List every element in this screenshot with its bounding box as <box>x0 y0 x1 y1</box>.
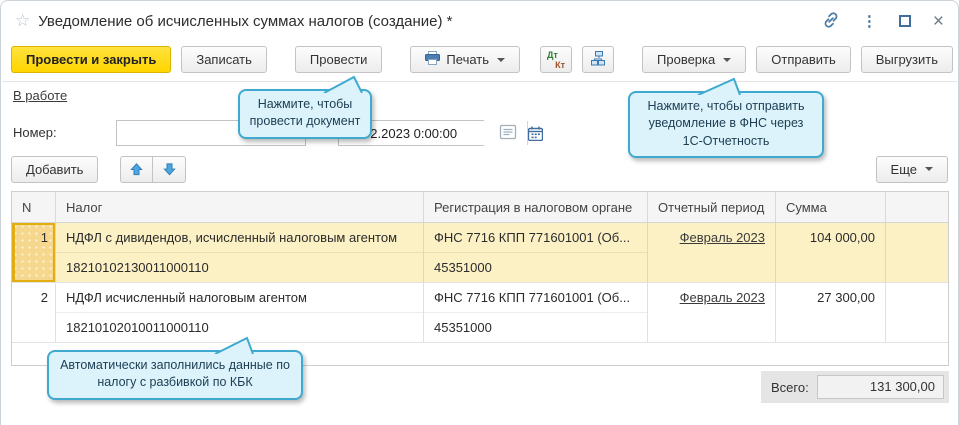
col-header-registration[interactable]: Регистрация в налоговом органе <box>424 192 648 222</box>
send-button[interactable]: Отправить <box>756 46 850 73</box>
col-header-amount[interactable]: Сумма <box>776 192 886 222</box>
print-button[interactable]: Печать <box>410 46 520 73</box>
arrow-down-icon <box>162 162 177 177</box>
oktmo-code: 45351000 <box>424 313 647 342</box>
table-more-label: Еще <box>891 162 917 177</box>
titlebar: ☆ Уведомление об исчисленных суммах нало… <box>1 1 958 41</box>
dt-kt-icon: Дт Кт <box>547 50 565 70</box>
row-number-cell[interactable]: 2 <box>12 283 56 342</box>
calendar-icon[interactable] <box>527 121 543 145</box>
table-row[interactable]: 2 НДФЛ исчисленный налоговым агентом 182… <box>12 283 948 343</box>
tax-table: N Налог Регистрация в налоговом органе О… <box>11 191 949 366</box>
printer-icon <box>425 51 440 68</box>
total-label: Всего: <box>771 380 809 395</box>
post-and-close-button[interactable]: Провести и закрыть <box>11 46 171 73</box>
table-more-button[interactable]: Еще <box>876 156 948 183</box>
close-icon[interactable]: × <box>933 12 944 31</box>
link-icon[interactable] <box>822 11 840 32</box>
total-value: 131 300,00 <box>817 375 944 399</box>
arrow-up-icon <box>129 162 144 177</box>
chevron-down-icon <box>723 58 731 62</box>
tooltip-autofill-kbk: Автоматически заполнились данные по нало… <box>47 350 303 400</box>
tooltip-tail <box>696 77 744 95</box>
post-button[interactable]: Провести <box>295 46 383 73</box>
amount-value: 104 000,00 <box>776 223 885 253</box>
table-command-bar: Добавить Еще <box>11 155 948 183</box>
maximize-icon[interactable] <box>899 15 911 27</box>
save-button[interactable]: Записать <box>181 46 267 73</box>
tax-cell[interactable]: НДФЛ исчисленный налоговым агентом 18210… <box>56 283 424 342</box>
tooltip-tail <box>213 336 257 354</box>
table-row[interactable]: 1 НДФЛ с дивидендов, исчисленный налогов… <box>12 223 948 283</box>
oktmo-code: 45351000 <box>424 253 647 282</box>
period-link[interactable]: Февраль 2023 <box>680 230 765 245</box>
tax-name: НДФЛ с дивидендов, исчисленный налоговым… <box>56 223 423 253</box>
window-controls: ⋮ × <box>822 11 944 32</box>
dt-kt-button[interactable]: Дт Кт <box>540 46 572 73</box>
registration-cell[interactable]: ФНС 7716 КПП 771601001 (Об... 45351000 <box>424 283 648 342</box>
col-header-period[interactable]: Отчетный период <box>648 192 776 222</box>
period-link[interactable]: Февраль 2023 <box>680 290 765 305</box>
favorite-star-icon[interactable]: ☆ <box>15 11 30 31</box>
empty-cell <box>886 283 948 342</box>
total-panel: Всего: 131 300,00 <box>761 371 949 403</box>
document-structure-button[interactable] <box>582 46 614 73</box>
chevron-down-icon <box>497 58 505 62</box>
main-toolbar: Провести и закрыть Записать Провести Печ… <box>11 45 948 74</box>
col-header-n[interactable]: N <box>12 192 56 222</box>
registration-name: ФНС 7716 КПП 771601001 (Об... <box>424 283 647 313</box>
amount-cell[interactable]: 104 000,00 <box>776 223 886 282</box>
amount-value: 27 300,00 <box>776 283 885 313</box>
tooltip-post-document: Нажмите, чтобы провести документ <box>238 89 372 139</box>
document-window: ☆ Уведомление об исчисленных суммах нало… <box>0 0 959 425</box>
number-label: Номер: <box>13 125 57 140</box>
print-label: Печать <box>446 52 489 67</box>
notes-icon[interactable] <box>499 123 517 144</box>
tax-name: НДФЛ исчисленный налоговым агентом <box>56 283 423 313</box>
period-cell[interactable]: Февраль 2023 <box>648 223 776 282</box>
export-button[interactable]: Выгрузить <box>861 46 953 73</box>
kbk-code: 18210102130011000110 <box>56 253 423 282</box>
window-title: Уведомление об исчисленных суммах налого… <box>38 13 452 30</box>
table-header-row: N Налог Регистрация в налоговом органе О… <box>12 192 948 223</box>
add-row-button[interactable]: Добавить <box>11 156 98 183</box>
chevron-down-icon <box>925 167 933 171</box>
col-header-tax[interactable]: Налог <box>56 192 424 222</box>
kebab-menu-icon[interactable]: ⋮ <box>862 12 877 30</box>
check-button[interactable]: Проверка <box>642 46 746 73</box>
structure-icon <box>591 51 606 69</box>
period-cell[interactable]: Февраль 2023 <box>648 283 776 342</box>
registration-name: ФНС 7716 КПП 771601001 (Об... <box>424 223 647 253</box>
reorder-buttons <box>120 156 186 183</box>
empty-cell <box>886 223 948 282</box>
row-number-cell[interactable]: 1 <box>12 223 56 282</box>
check-label: Проверка <box>657 52 715 67</box>
toolbar-separator <box>2 81 957 82</box>
tooltip-tail <box>322 75 366 93</box>
amount-cell[interactable]: 27 300,00 <box>776 283 886 342</box>
status-link[interactable]: В работе <box>13 88 67 103</box>
tooltip-send-fns: Нажмите, чтобы отправить уведомление в Ф… <box>628 91 824 158</box>
move-down-button[interactable] <box>153 156 186 183</box>
registration-cell[interactable]: ФНС 7716 КПП 771601001 (Об... 45351000 <box>424 223 648 282</box>
move-up-button[interactable] <box>120 156 153 183</box>
tax-cell[interactable]: НДФЛ с дивидендов, исчисленный налоговым… <box>56 223 424 282</box>
col-header-empty <box>886 192 948 222</box>
